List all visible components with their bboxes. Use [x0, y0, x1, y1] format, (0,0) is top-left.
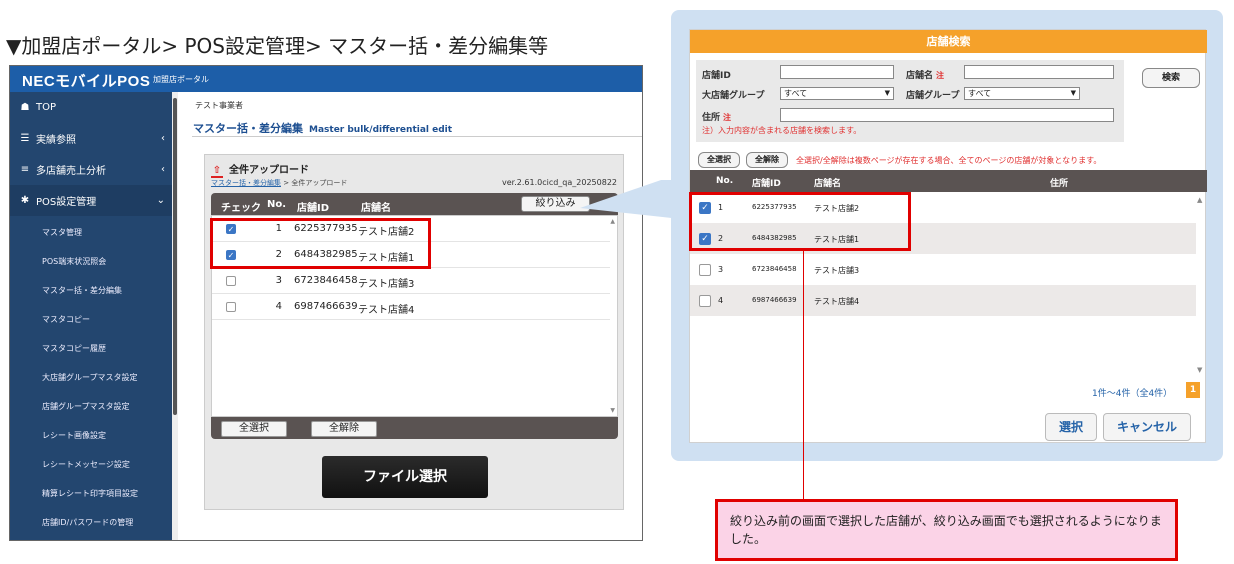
chevron-down-icon: ⌄	[156, 195, 165, 206]
business-name: テスト事業者	[195, 101, 243, 110]
checkbox[interactable]	[699, 295, 711, 307]
app-title[interactable]: NECモバイルPOS	[22, 70, 150, 91]
sidebar-subitem[interactable]: マスタ管理	[10, 218, 172, 247]
file-select-button[interactable]: ファイル選択	[322, 456, 488, 498]
scroll-down-icon[interactable]: ▼	[1197, 366, 1202, 374]
sidebar-subitem[interactable]: POS端末状況照会	[10, 247, 172, 276]
highlight-box	[689, 192, 911, 251]
big-group-select[interactable]: すべて ▼	[780, 87, 894, 100]
col-check: チェック	[221, 203, 261, 214]
sidebar-subitem[interactable]: レシートメッセージ設定	[10, 450, 172, 479]
scroll-thumb[interactable]	[173, 98, 177, 415]
col-store-id: 店舗ID	[752, 179, 781, 189]
tachometer-icon: ☗	[20, 102, 30, 113]
col-no: No.	[716, 176, 734, 186]
search-note: 注）入力内容が含まれる店舗を検索します。	[702, 126, 862, 135]
col-store-name: 店舗名	[361, 203, 391, 214]
result-row[interactable]: 4 6987466639 テスト店舗4	[690, 285, 1196, 316]
sidebar-subitem[interactable]: 店舗グループマスタ設定	[10, 392, 172, 421]
list-icon: ☰	[20, 133, 30, 144]
select-button[interactable]: 選択	[1045, 413, 1097, 441]
breadcrumb: マスター括・差分編集 > 全件アップロード	[211, 179, 348, 187]
sidebar-item-top[interactable]: ☗ TOP	[10, 92, 172, 123]
scroll-up-icon[interactable]: ▲	[1197, 196, 1202, 204]
sidebar: ☗ TOP ☰ 実績参照 ‹ ≡ 多店舗売上分析 ‹ ✱ POS設定管理 ⌄ マスタ管理 PO…	[10, 92, 172, 540]
chevron-down-icon: ▼	[1070, 89, 1076, 97]
table-row[interactable]: 4 6987466639 テスト店舗4	[212, 294, 610, 320]
cancel-button[interactable]: キャンセル	[1103, 413, 1191, 441]
chevron-left-icon: ‹	[161, 133, 165, 144]
scroll-down-icon[interactable]: ▼	[610, 407, 615, 414]
deselect-all-button[interactable]: 全解除	[311, 421, 377, 437]
bulk-note: 全選択/全解除は複数ページが存在する場合、全てのページの店舗が対象となります。	[796, 156, 1102, 165]
select-all-button[interactable]: 全選択	[698, 152, 740, 168]
highlight-box	[210, 218, 431, 269]
checkbox[interactable]	[226, 302, 236, 312]
dialog-title: 店舗検索	[690, 30, 1207, 53]
results-header: No. 店舗ID 店舗名 住所	[690, 170, 1207, 192]
callout-note: 絞り込み前の画面で選択した店舗が、絞り込み画面でも選択されるようになりました。	[715, 499, 1178, 561]
sidebar-item-results[interactable]: ☰ 実績参照 ‹	[10, 123, 172, 154]
chevron-down-icon: ▼	[884, 89, 890, 97]
col-store-name: 店舗名	[814, 179, 842, 189]
breadcrumb-link[interactable]: マスター括・差分編集	[211, 179, 281, 187]
store-id-label: 店舗ID	[702, 71, 731, 81]
database-icon: ≡	[20, 164, 30, 175]
portal-screenshot: NECモバイルPOS 加盟店ポータル ☗ TOP ☰ 実績参照 ‹ ≡ 多店舗売上分析 ‹…	[9, 65, 643, 541]
group-select[interactable]: すべて ▼	[964, 87, 1080, 100]
col-no: No.	[267, 199, 287, 210]
sidebar-subitem[interactable]: 精算レシート印字項目設定	[10, 479, 172, 508]
address-input[interactable]	[780, 108, 1114, 122]
table-footer: 全選択 全解除	[211, 417, 618, 439]
upload-icon: ⇧	[211, 165, 223, 178]
upload-panel: ⇧ 全件アップロード マスター括・差分編集 > 全件アップロード ver.2.61…	[204, 154, 624, 510]
sidebar-subitem[interactable]: マスタコピー	[10, 305, 172, 334]
checkbox[interactable]	[226, 276, 236, 286]
store-name-label: 店舗名注	[906, 71, 945, 81]
gear-icon: ✱	[20, 195, 30, 206]
sidebar-subitem[interactable]: 店舗ID/パスワードの管理	[10, 508, 172, 537]
page-number[interactable]: 1	[1186, 382, 1200, 398]
sidebar-subitem[interactable]: レシート画像設定	[10, 421, 172, 450]
table-header: チェック No. 店舗ID 店舗名 絞り込み	[211, 193, 618, 215]
sidebar-subitem[interactable]: 大店舗グループマスタ設定	[10, 363, 172, 392]
top-bar: NECモバイルPOS 加盟店ポータル	[10, 66, 642, 92]
col-address: 住所	[1050, 179, 1069, 189]
sidebar-item-multi-store[interactable]: ≡ 多店舗売上分析 ‹	[10, 154, 172, 185]
big-group-label: 大店舗グループ	[702, 91, 765, 101]
sidebar-subitem[interactable]: マスタコピー履歴	[10, 334, 172, 363]
panel-title: ⇧ 全件アップロード	[211, 165, 309, 178]
search-button[interactable]: 検索	[1142, 68, 1200, 88]
table-row[interactable]: 3 6723846458 テスト店舗3	[212, 268, 610, 294]
search-form: 店舗ID 店舗名注 大店舗グループ すべて ▼ 店舗グループ すべて ▼ 住所注 注…	[696, 60, 1124, 142]
deselect-all-button[interactable]: 全解除	[746, 152, 788, 168]
chevron-left-icon: ‹	[161, 164, 165, 175]
caption: ▼加盟店ポータル> POS設定管理> マスター括・差分編集等	[6, 34, 549, 58]
page-title: マスター括・差分編集 Master bulk/differential edit	[193, 122, 453, 135]
select-all-button[interactable]: 全選択	[221, 421, 287, 437]
result-row[interactable]: 3 6723846458 テスト店舗3	[690, 254, 1196, 285]
sidebar-subitem[interactable]: マスター括・差分編集	[10, 276, 172, 305]
result-count: 1件～4件（全4件）	[1092, 389, 1173, 399]
divider	[192, 136, 642, 137]
sidebar-item-pos-settings[interactable]: ✱ POS設定管理 ⌄	[10, 185, 172, 216]
checkbox[interactable]	[699, 264, 711, 276]
col-store-id: 店舗ID	[297, 203, 330, 214]
callout-line	[803, 251, 804, 499]
store-name-input[interactable]	[964, 65, 1114, 79]
app-subtitle: 加盟店ポータル	[153, 75, 209, 84]
group-label: 店舗グループ	[906, 91, 960, 101]
store-id-input[interactable]	[780, 65, 894, 79]
main-content: テスト事業者 マスター括・差分編集 Master bulk/differentia…	[178, 92, 642, 540]
address-label: 住所注	[702, 113, 732, 123]
